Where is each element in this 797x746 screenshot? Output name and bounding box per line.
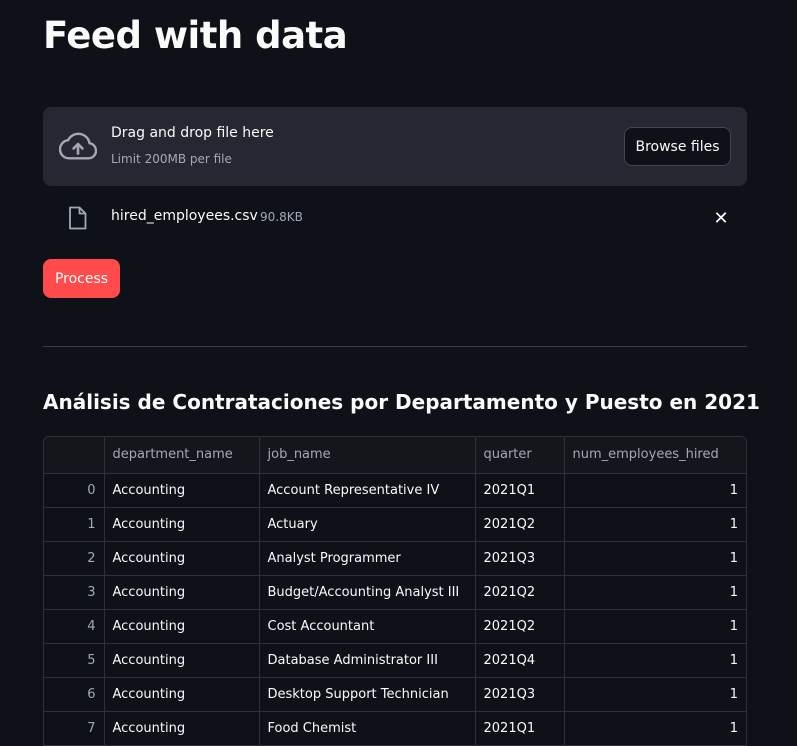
table-row: 1 Accounting Actuary 2021Q2 1 xyxy=(44,507,746,542)
cell-department-name[interactable]: Accounting xyxy=(104,541,260,576)
cell-num-employees-hired[interactable]: 1 xyxy=(564,507,746,542)
column-header-num-employees-hired[interactable]: num_employees_hired xyxy=(564,437,746,474)
cell-quarter[interactable]: 2021Q1 xyxy=(475,711,565,746)
column-header-quarter[interactable]: quarter xyxy=(475,437,565,474)
data-table[interactable]: department_name job_name quarter num_emp… xyxy=(43,436,747,746)
column-header-job-name[interactable]: job_name xyxy=(259,437,476,474)
cell-job-name[interactable]: Desktop Support Technician xyxy=(259,677,476,712)
process-button[interactable]: Process xyxy=(43,259,120,298)
row-index: 5 xyxy=(44,643,105,678)
cell-quarter[interactable]: 2021Q4 xyxy=(475,643,565,678)
cell-department-name[interactable]: Accounting xyxy=(104,643,260,678)
section-divider xyxy=(43,346,747,347)
cell-department-name[interactable]: Accounting xyxy=(104,507,260,542)
uploaded-file-size: 90.8KB xyxy=(260,210,303,224)
cell-department-name[interactable]: Accounting xyxy=(104,473,260,508)
table-row: 2 Accounting Analyst Programmer 2021Q3 1 xyxy=(44,541,746,576)
cell-job-name[interactable]: Cost Accountant xyxy=(259,609,476,644)
cell-quarter[interactable]: 2021Q2 xyxy=(475,609,565,644)
row-index: 4 xyxy=(44,609,105,644)
table-row: 7 Accounting Food Chemist 2021Q1 1 xyxy=(44,711,746,746)
file-uploader-dropzone[interactable]: Drag and drop file here Limit 200MB per … xyxy=(43,107,747,186)
remove-file-button[interactable]: ✕ xyxy=(709,206,733,230)
cell-quarter[interactable]: 2021Q2 xyxy=(475,575,565,610)
dropzone-instructions: Drag and drop file here xyxy=(111,125,274,141)
file-size-limit: Limit 200MB per file xyxy=(111,152,232,166)
cell-num-employees-hired[interactable]: 1 xyxy=(564,575,746,610)
table-row: 3 Accounting Budget/Accounting Analyst I… xyxy=(44,575,746,610)
section-heading: Análisis de Contrataciones por Departame… xyxy=(43,390,760,414)
cell-num-employees-hired[interactable]: 1 xyxy=(564,711,746,746)
app-page: Feed with data Drag and drop file here L… xyxy=(0,0,797,746)
row-index: 2 xyxy=(44,541,105,576)
cell-num-employees-hired[interactable]: 1 xyxy=(564,609,746,644)
cell-quarter[interactable]: 2021Q2 xyxy=(475,507,565,542)
table-row: 5 Accounting Database Administrator III … xyxy=(44,643,746,678)
cell-department-name[interactable]: Accounting xyxy=(104,575,260,610)
table-row: 4 Accounting Cost Accountant 2021Q2 1 xyxy=(44,609,746,644)
row-index: 1 xyxy=(44,507,105,542)
close-icon: ✕ xyxy=(713,208,729,228)
table-header-row: department_name job_name quarter num_emp… xyxy=(44,437,746,474)
table-row: 0 Accounting Account Representative IV 2… xyxy=(44,473,746,508)
cell-job-name[interactable]: Account Representative IV xyxy=(259,473,476,508)
row-index: 6 xyxy=(44,677,105,712)
cell-num-employees-hired[interactable]: 1 xyxy=(564,677,746,712)
cell-department-name[interactable]: Accounting xyxy=(104,677,260,712)
row-index: 7 xyxy=(44,711,105,746)
cell-job-name[interactable]: Actuary xyxy=(259,507,476,542)
cell-job-name[interactable]: Food Chemist xyxy=(259,711,476,746)
page-title: Feed with data xyxy=(43,14,348,57)
file-icon xyxy=(69,206,87,230)
cell-num-employees-hired[interactable]: 1 xyxy=(564,473,746,508)
column-header-index[interactable] xyxy=(44,437,105,474)
cell-department-name[interactable]: Accounting xyxy=(104,609,260,644)
cell-department-name[interactable]: Accounting xyxy=(104,711,260,746)
column-header-department-name[interactable]: department_name xyxy=(104,437,260,474)
row-index: 0 xyxy=(44,473,105,508)
cell-job-name[interactable]: Analyst Programmer xyxy=(259,541,476,576)
cell-job-name[interactable]: Database Administrator III xyxy=(259,643,476,678)
cell-job-name[interactable]: Budget/Accounting Analyst III xyxy=(259,575,476,610)
row-index: 3 xyxy=(44,575,105,610)
browse-files-button[interactable]: Browse files xyxy=(624,127,731,166)
cell-quarter[interactable]: 2021Q3 xyxy=(475,541,565,576)
cell-num-employees-hired[interactable]: 1 xyxy=(564,643,746,678)
uploaded-file-name: hired_employees.csv xyxy=(111,208,258,224)
cloud-upload-icon xyxy=(59,132,97,160)
cell-quarter[interactable]: 2021Q1 xyxy=(475,473,565,508)
uploaded-file-item: hired_employees.csv 90.8KB ✕ xyxy=(43,198,747,238)
table-row: 6 Accounting Desktop Support Technician … xyxy=(44,677,746,712)
cell-num-employees-hired[interactable]: 1 xyxy=(564,541,746,576)
cell-quarter[interactable]: 2021Q3 xyxy=(475,677,565,712)
